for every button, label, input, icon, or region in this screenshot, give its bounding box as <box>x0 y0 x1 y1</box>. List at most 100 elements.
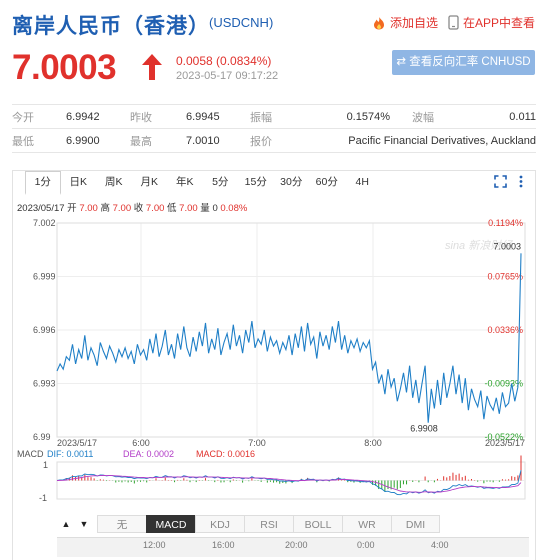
open-app-label: 在APP中查看 <box>463 16 536 30</box>
add-favorite-button[interactable]: 添加自选 <box>372 14 438 31</box>
info-high: 7.00 <box>112 203 132 214</box>
y-pct-tick-label: 0.0336% <box>487 325 523 335</box>
candle-info-line: 2023/05/17 开 7.00 高 7.00 收 7.00 低 7.00 量… <box>17 200 247 214</box>
chart-tab[interactable]: 年K <box>167 171 203 195</box>
indicator-tab[interactable]: BOLL <box>293 515 342 533</box>
max-price-label: 7.0003 <box>493 241 521 251</box>
fullscreen-icon[interactable] <box>494 175 507 188</box>
y-pct-tick-label: 0.1194% <box>488 218 523 228</box>
volatility-value: 0.011 <box>480 104 536 129</box>
chart-tab[interactable]: 月K <box>132 171 168 195</box>
chart-tab[interactable]: 30分 <box>274 171 310 195</box>
info-prefix: 2023/05/17 开 <box>17 203 80 214</box>
chart-tab[interactable]: 1分 <box>25 171 61 195</box>
reverse-rate-button[interactable]: ⇄ 查看反向汇率 CNHUSD <box>392 50 535 75</box>
macd-y-tick: -1 <box>39 493 47 503</box>
info-close-label: 收 <box>131 203 146 214</box>
macd-legend-item: DEA: 0.0002 <box>123 449 174 459</box>
arrow-up-icon <box>142 54 162 80</box>
quote-row: 今开 6.9942 昨收 6.9945 振幅 0.1574% 波幅 0.011 <box>12 104 536 129</box>
y-tick-label: 6.993 <box>33 379 56 389</box>
low-value: 6.9900 <box>66 128 130 153</box>
price-change: 0.0058 (0.0834%) <box>176 54 272 68</box>
x-tick-label: 7:00 <box>248 438 266 448</box>
macd-y-tick: 1 <box>43 460 48 470</box>
x-tick-label: 8:00 <box>364 438 382 448</box>
navigator-time-label: 20:00 <box>285 540 308 550</box>
info-low-label: 低 <box>164 203 180 214</box>
amplitude-label: 振幅 <box>250 104 326 129</box>
chart-tab[interactable]: 日K <box>61 171 97 195</box>
indicator-tabs: 无 MACD KDJ RSI BOLL WR DMI <box>97 515 440 533</box>
price-chart[interactable]: 7.002 6.999 6.996 6.993 6.99 0.1194% 0.0765% 0.… <box>13 215 535 515</box>
chart-period-tabs: 1分 日K 周K 月K 年K 5分 15分 30分 60分 4H <box>25 171 380 195</box>
indicator-tab[interactable]: RSI <box>244 515 293 533</box>
more-options-icon[interactable] <box>519 175 523 188</box>
quote-table: 今开 6.9942 昨收 6.9945 振幅 0.1574% 波幅 0.011 … <box>12 104 536 153</box>
fire-icon <box>374 16 384 29</box>
time-navigator[interactable]: 12:00 16:00 20:00 0:00 4:00 <box>57 537 529 557</box>
quote-timestamp: 2023-05-17 09:17:22 <box>176 70 279 82</box>
scroll-up-button[interactable]: ▲ <box>59 516 73 532</box>
prev-close-value: 6.9945 <box>186 104 250 129</box>
quoter-label: 报价 <box>250 128 326 153</box>
open-value: 6.9942 <box>66 104 130 129</box>
chart-panel: 1分 日K 周K 月K 年K 5分 15分 30分 60分 4H 2023/05/17 开 7.0… <box>12 170 536 560</box>
navigator-time-label: 4:00 <box>431 540 449 550</box>
indicator-tab[interactable]: KDJ <box>195 515 244 533</box>
amplitude-value: 0.1574% <box>326 104 390 129</box>
indicator-tab[interactable]: MACD <box>146 515 195 533</box>
chart-tab[interactable]: 5分 <box>203 171 239 195</box>
scroll-down-button[interactable]: ▼ <box>77 516 91 532</box>
phone-icon <box>448 15 459 30</box>
macd-legend-item: MACD <box>17 449 44 459</box>
prev-close-label: 昨收 <box>130 104 186 129</box>
info-close: 7.00 <box>145 203 165 214</box>
navigator-time-label: 0:00 <box>357 540 375 550</box>
open-label: 今开 <box>12 104 66 129</box>
current-price: 7.0003 <box>12 48 117 87</box>
macd-dea-line <box>56 475 522 493</box>
open-app-button[interactable]: 在APP中查看 <box>448 14 535 31</box>
indicator-tab[interactable]: DMI <box>391 515 440 533</box>
macd-legend-item: MACD: 0.0016 <box>196 449 255 459</box>
chart-tools <box>494 175 523 188</box>
y-pct-tick-label: -0.0093% <box>484 379 523 389</box>
chart-tab[interactable]: 周K <box>96 171 132 195</box>
chart-tab[interactable]: 4H <box>345 171 381 195</box>
add-favorite-label: 添加自选 <box>390 16 439 30</box>
y-tick-label: 7.002 <box>33 218 56 228</box>
info-high-label: 高 <box>97 203 113 214</box>
info-open: 7.00 <box>79 203 98 214</box>
min-price-label: 6.9908 <box>410 424 438 434</box>
chart-tab[interactable]: 15分 <box>238 171 274 195</box>
info-low: 7.00 <box>179 203 198 214</box>
navigator-time-label: 16:00 <box>212 540 235 550</box>
instrument-code: (USDCNH) <box>209 15 274 30</box>
price-row: 7.0003 0.0058 (0.0834%) 2023-05-17 09:17… <box>0 46 550 96</box>
x-tick-label: 6:00 <box>132 438 150 448</box>
quoter-value: Pacific Financial Derivatives, Auckland <box>326 128 536 153</box>
low-label: 最低 <box>12 128 66 153</box>
volatility-label: 波幅 <box>390 104 481 129</box>
indicator-tab[interactable]: 无 <box>97 515 146 533</box>
y-tick-label: 6.996 <box>33 325 56 335</box>
high-value: 7.0010 <box>186 128 250 153</box>
macd-legend-item: DIF: 0.0011 <box>47 449 93 459</box>
macd-dif-line <box>56 469 522 496</box>
price-series-line <box>56 253 522 423</box>
instrument-title: 离岸人民币（香港） <box>12 15 210 38</box>
high-label: 最高 <box>130 128 186 153</box>
x-tick-label: 2023/5/17 <box>57 438 97 448</box>
navigator-time-label: 12:00 <box>143 540 166 550</box>
info-volume: 量 0 <box>197 203 221 214</box>
header: 离岸人民币（香港） (USDCNH) 添加自选 在APP中查看 <box>0 0 550 46</box>
x-tick-label: 2023/5/17 <box>485 438 525 448</box>
y-tick-label: 6.999 <box>33 272 56 282</box>
y-pct-tick-label: 0.0765% <box>487 272 523 282</box>
quote-row: 最低 6.9900 最高 7.0010 报价 Pacific Financial… <box>12 128 536 153</box>
y-tick-label: 6.99 <box>33 432 51 442</box>
info-pct: 0.08% <box>220 203 248 214</box>
chart-tab[interactable]: 60分 <box>309 171 345 195</box>
indicator-tab[interactable]: WR <box>342 515 391 533</box>
